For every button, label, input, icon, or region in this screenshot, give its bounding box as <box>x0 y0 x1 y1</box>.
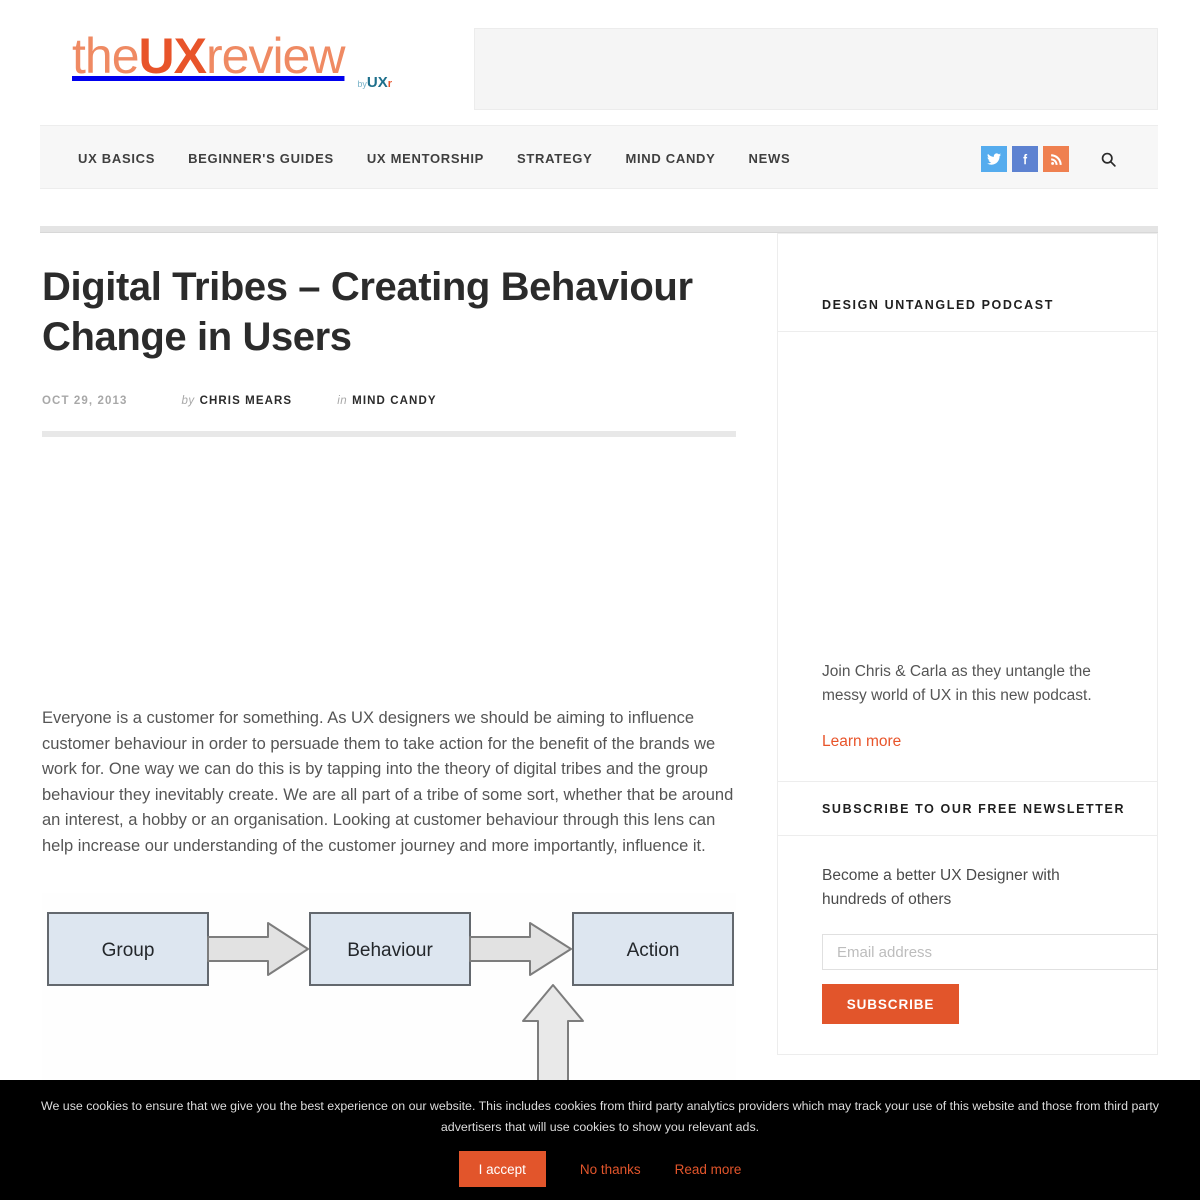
widget-podcast: DESIGN UNTANGLED PODCAST Join Chris & Ca… <box>777 278 1158 782</box>
widget-podcast-body: Join Chris & Carla as they untangle the … <box>778 632 1157 781</box>
post-author-group: by CHRIS MEARS <box>181 395 292 407</box>
cookie-decline-link[interactable]: No thanks <box>580 1162 641 1177</box>
post-category-link[interactable]: MIND CANDY <box>352 395 436 407</box>
logo-ux: UX <box>138 28 207 84</box>
content-top-divider <box>40 226 1158 233</box>
primary-navigation: UX BASICS BEGINNER'S GUIDES UX MENTORSHI… <box>40 125 1158 189</box>
rss-icon[interactable] <box>1043 146 1069 172</box>
logo-the: the <box>72 28 140 84</box>
cookie-accept-button[interactable]: I accept <box>458 1151 546 1187</box>
widget-newsletter-heading: SUBSCRIBE TO OUR FREE NEWSLETTER <box>778 782 1157 836</box>
page-root: theUXreview byUXr UX BASICS BEGINNER'S G… <box>0 0 1200 1200</box>
logo-review: review <box>205 28 345 84</box>
logo-by-word: by <box>357 79 367 89</box>
search-icon[interactable] <box>1094 145 1122 173</box>
post-paragraph: Everyone is a customer for something. As… <box>42 709 734 855</box>
article-main: Digital Tribes – Creating Behaviour Chan… <box>42 262 736 1133</box>
subscribe-button[interactable]: SUBSCRIBE <box>822 984 959 1024</box>
logo-brand: UX <box>366 74 388 91</box>
post-category-group: in MIND CANDY <box>337 395 436 407</box>
nav-item-mind-candy[interactable]: MIND CANDY <box>625 151 715 166</box>
widget-newsletter: SUBSCRIBE TO OUR FREE NEWSLETTER Become … <box>777 782 1158 1055</box>
podcast-learn-more-link[interactable]: Learn more <box>822 733 901 751</box>
meta-divider <box>42 431 736 437</box>
nav-item-ux-basics[interactable]: UX BASICS <box>78 151 155 166</box>
cookie-readmore-link[interactable]: Read more <box>675 1162 742 1177</box>
logo-brand-r: r <box>387 78 392 90</box>
widget-newsletter-body: Become a better UX Designer with hundred… <box>778 836 1158 1054</box>
nav-links: UX BASICS BEGINNER'S GUIDES UX MENTORSHI… <box>78 126 823 190</box>
sidebar-top-spacer <box>777 233 1158 278</box>
cookie-message: We use cookies to ensure that we give yo… <box>41 1099 1159 1134</box>
post-meta: OCT 29, 2013 by CHRIS MEARS in MIND CANDY <box>42 395 736 407</box>
diagram-label-action: Action <box>627 940 680 961</box>
podcast-media-embed[interactable] <box>778 332 1157 632</box>
in-word: in <box>337 395 348 407</box>
newsletter-description: Become a better UX Designer with hundred… <box>822 867 1060 908</box>
header-ad-slot <box>474 28 1158 110</box>
nav-item-news[interactable]: NEWS <box>749 151 791 166</box>
social-links <box>981 146 1069 172</box>
nav-item-ux-mentorship[interactable]: UX MENTORSHIP <box>367 151 484 166</box>
diagram-label-behaviour: Behaviour <box>347 940 433 961</box>
nav-item-beginners-guides[interactable]: BEGINNER'S GUIDES <box>188 151 334 166</box>
page-title: Digital Tribes – Creating Behaviour Chan… <box>42 265 693 359</box>
diagram-label-group: Group <box>102 940 155 961</box>
nav-item-strategy[interactable]: STRATEGY <box>517 151 592 166</box>
cookie-actions: I accept No thanks Read more <box>0 1151 1200 1187</box>
post-author-link[interactable]: CHRIS MEARS <box>200 395 293 407</box>
email-field[interactable] <box>822 934 1158 970</box>
twitter-icon[interactable] <box>981 146 1007 172</box>
site-logo[interactable]: theUXreview byUXr <box>72 28 392 98</box>
by-word: by <box>181 395 195 407</box>
widget-podcast-heading: DESIGN UNTANGLED PODCAST <box>778 278 1157 332</box>
site-header: theUXreview byUXr <box>0 0 1200 119</box>
logo-wordmark: theUXreview <box>72 28 392 84</box>
inline-ad-slot <box>42 479 736 659</box>
logo-byline: byUXr <box>357 74 392 91</box>
facebook-icon[interactable] <box>1012 146 1038 172</box>
sidebar: DESIGN UNTANGLED PODCAST Join Chris & Ca… <box>777 233 1158 1055</box>
podcast-description: Join Chris & Carla as they untangle the … <box>822 663 1092 704</box>
cookie-consent-banner: We use cookies to ensure that we give yo… <box>0 1080 1200 1200</box>
post-date: OCT 29, 2013 <box>42 395 128 407</box>
